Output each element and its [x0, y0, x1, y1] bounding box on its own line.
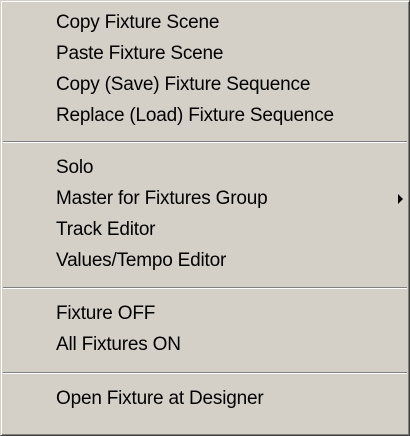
menu-item-copy-save-fixture-sequence[interactable]: Copy (Save) Fixture Sequence: [1, 69, 409, 100]
menu-item-values-tempo-editor[interactable]: Values/Tempo Editor: [1, 245, 409, 276]
menu-item-label: Paste Fixture Scene: [56, 43, 224, 64]
menu-item-copy-fixture-scene[interactable]: Copy Fixture Scene: [1, 7, 409, 38]
menu-separator: [3, 287, 407, 289]
menu-separator: [3, 141, 407, 143]
menu-item-label: Copy Fixture Scene: [56, 12, 220, 33]
menu-item-open-fixture-at-designer[interactable]: Open Fixture at Designer: [1, 383, 409, 414]
menu-item-label: Replace (Load) Fixture Sequence: [56, 105, 334, 126]
menu-item-label: Track Editor: [56, 219, 156, 240]
menu-item-label: Values/Tempo Editor: [56, 250, 227, 271]
menu-item-label: All Fixtures ON: [56, 334, 181, 355]
menu-item-label: Fixture OFF: [56, 303, 156, 324]
menu-separator: [3, 372, 407, 374]
menu-item-solo[interactable]: Solo: [1, 152, 409, 183]
menu-item-label: Master for Fixtures Group: [56, 188, 268, 209]
context-menu: Copy Fixture Scene Paste Fixture Scene C…: [0, 0, 410, 436]
submenu-arrow-icon: [398, 194, 403, 204]
menu-item-master-for-fixtures-group[interactable]: Master for Fixtures Group: [1, 183, 409, 214]
menu-item-replace-load-fixture-sequence[interactable]: Replace (Load) Fixture Sequence: [1, 100, 409, 131]
menu-item-label: Copy (Save) Fixture Sequence: [56, 74, 311, 95]
menu-item-all-fixtures-on[interactable]: All Fixtures ON: [1, 329, 409, 360]
menu-item-label: Open Fixture at Designer: [56, 388, 264, 409]
menu-item-fixture-off[interactable]: Fixture OFF: [1, 298, 409, 329]
menu-item-track-editor[interactable]: Track Editor: [1, 214, 409, 245]
menu-item-label: Solo: [56, 157, 94, 178]
menu-item-paste-fixture-scene[interactable]: Paste Fixture Scene: [1, 38, 409, 69]
